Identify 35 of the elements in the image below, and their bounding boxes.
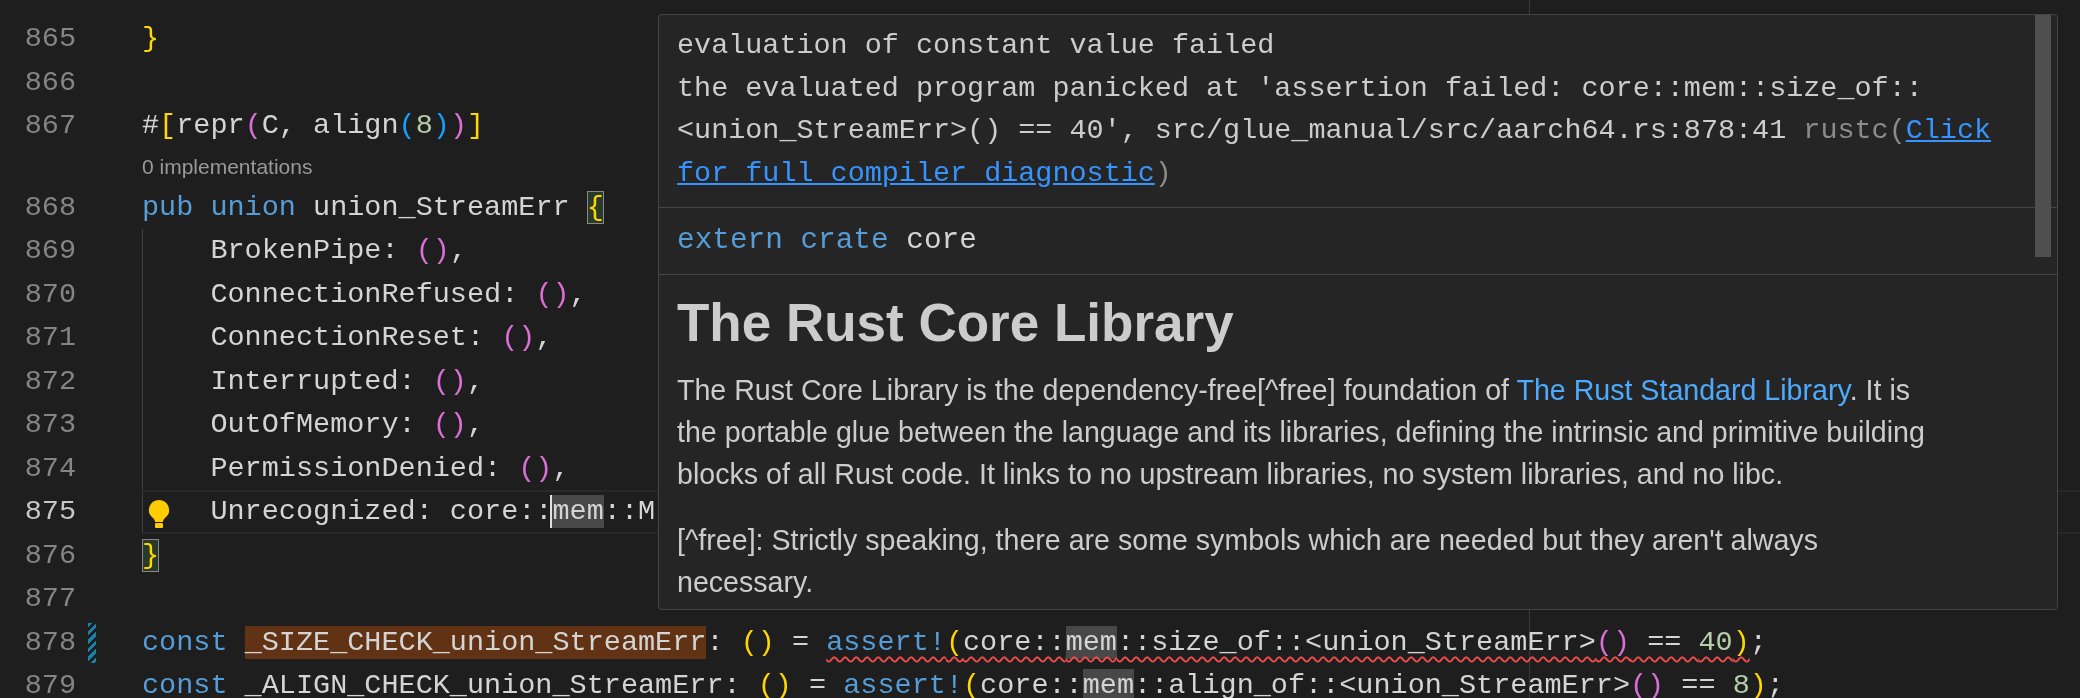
code-line: Unrecognized: core::mem::M — [209, 495, 656, 529]
line-number: 878 — [23, 625, 76, 659]
codelens-link[interactable]: 0 implementations — [142, 154, 313, 179]
code-line: pub union union_StreamErr { — [142, 190, 604, 224]
line-number: 877 — [23, 582, 76, 616]
line-number: 869 — [23, 234, 76, 268]
diagnostic-message: evaluation of constant value failed the evaluated program panicked at 'assertion failed: core::mem::size_of:: <union_StreamErr>() == 40', src/glue_manual/src/aarch64.rs:878:41 rustc(Click for full compiler diagnostic) — [677, 28, 1993, 192]
lightbulb-icon[interactable] — [148, 499, 170, 529]
code-line: Interrupted: (), — [209, 364, 485, 398]
code-line: #[repr(C, align(8))] — [142, 109, 485, 143]
line-number: 871 — [23, 321, 76, 355]
doc-paragraph: The Rust Core Library is the dependency-free[^free] foundation of The Rust Standard Library. It is the portable glue between the language and its libraries, defining the intrinsic and primitive building blocks of all Rust code. It links to no upstream libraries, no system libraries, and no libc. — [677, 373, 1926, 492]
doc-paragraph: [^free]: Strictly speaking, there are some symbols which are needed but they aren't always necessary. — [677, 523, 1819, 600]
crate-signature: extern crate core — [677, 224, 977, 257]
line-number: 876 — [23, 538, 76, 572]
code-line: PermissionDenied: (), — [209, 451, 570, 485]
line-number: 870 — [23, 277, 76, 311]
line-number: 873 — [23, 408, 76, 442]
doc-heading: The Rust Core Library — [677, 292, 1235, 354]
line-number: 872 — [23, 364, 76, 398]
line-number: 867 — [23, 109, 76, 143]
scrollbar[interactable] — [2035, 15, 2051, 257]
doc-link[interactable]: The Rust Standard Library — [1516, 374, 1850, 406]
code-line: ConnectionReset: (), — [209, 321, 553, 355]
code-line: OutOfMemory: (), — [209, 408, 485, 442]
code-line: } — [142, 22, 160, 56]
code-line: BrokenPipe: (), — [209, 234, 467, 268]
line-number: 875 — [23, 495, 76, 529]
code-line: ConnectionRefused: (), — [209, 277, 587, 311]
line-number: 868 — [23, 190, 76, 224]
line-number: 874 — [23, 451, 76, 485]
line-number: 865 — [23, 22, 76, 56]
code-line: const _SIZE_CHECK_union_StreamErr: () = assert!(core::mem::size_of::<union_StreamErr>() == 40); — [142, 625, 1767, 659]
line-number: 879 — [23, 669, 76, 698]
line-number: 866 — [23, 65, 76, 99]
